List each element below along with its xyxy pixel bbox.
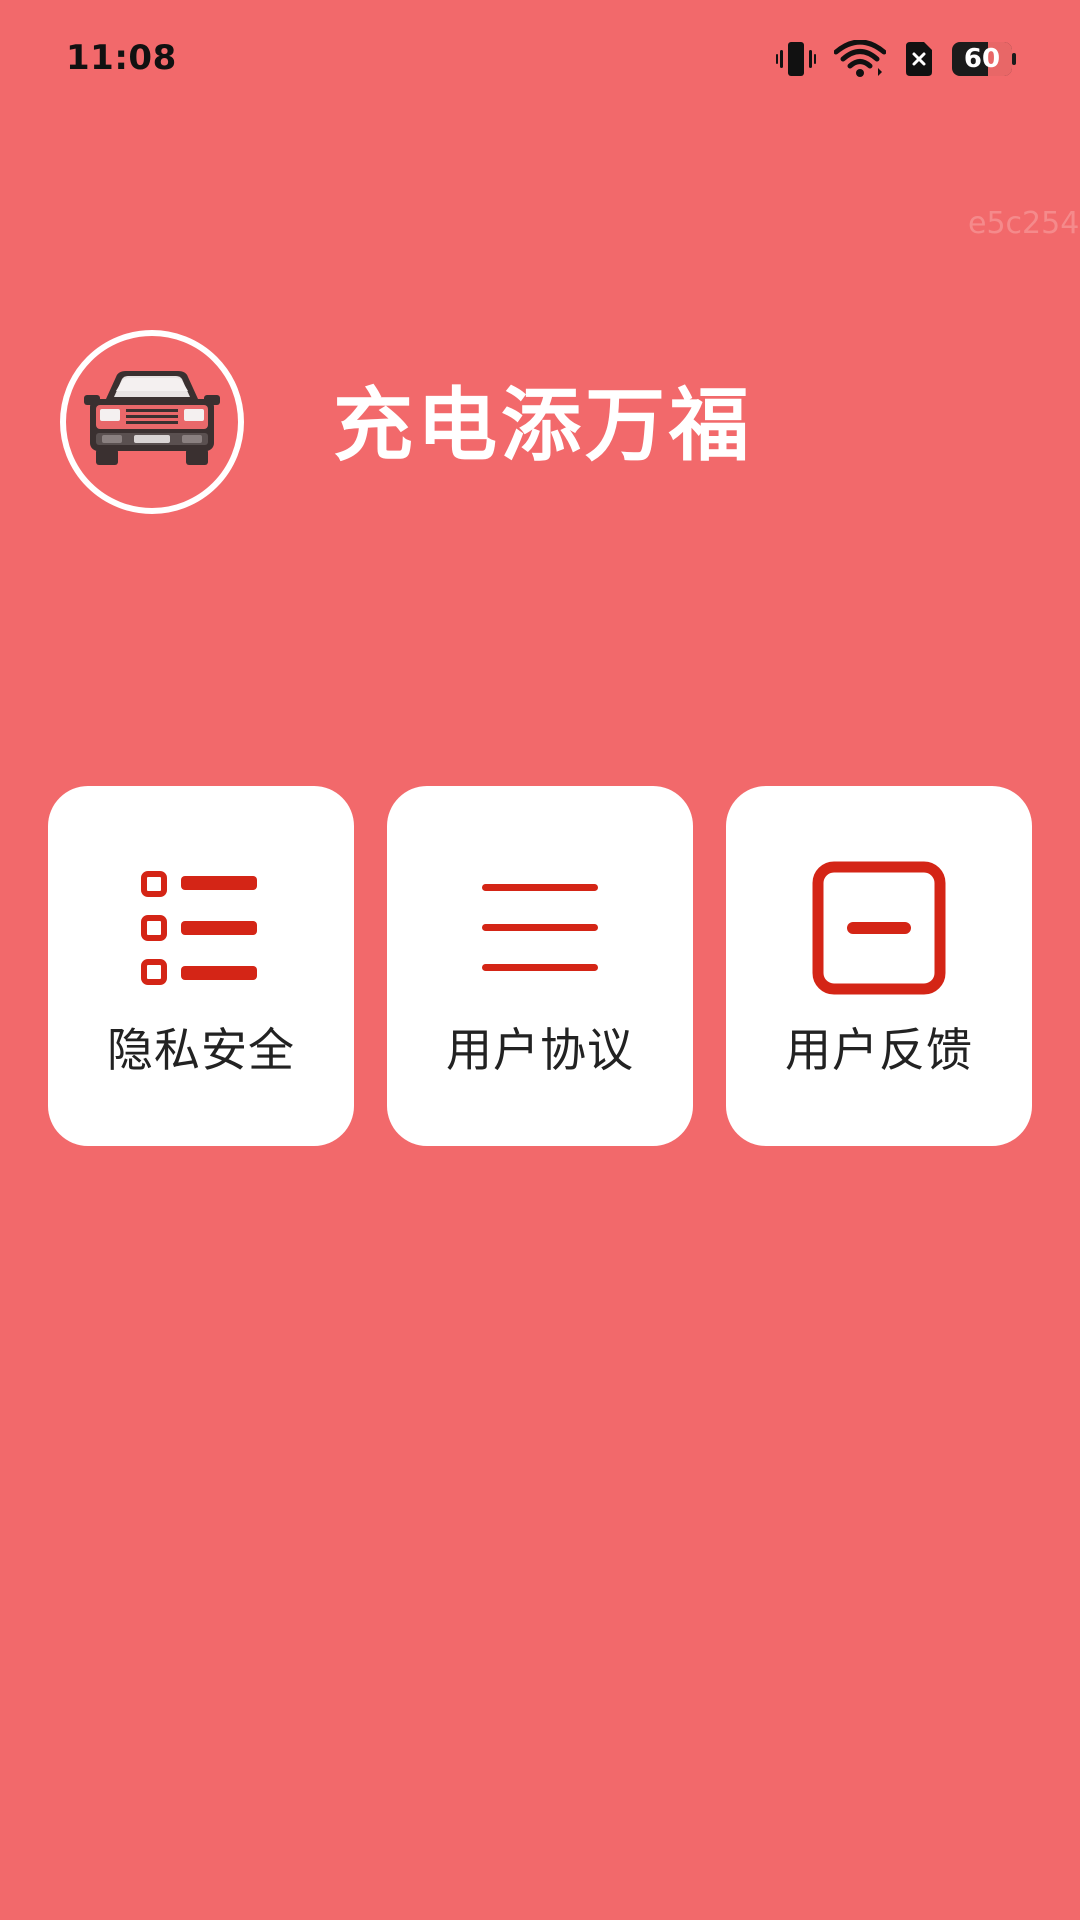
status-bar: 11:08 60 [0, 0, 1080, 120]
user-agreement-card[interactable]: 用户协议 [387, 786, 693, 1146]
privacy-security-card[interactable]: 隐私安全 [48, 786, 354, 1146]
car-icon [82, 365, 222, 479]
status-time: 11:08 [66, 38, 177, 78]
user-agreement-label: 用户协议 [446, 1023, 634, 1077]
battery-level: 60 [963, 44, 1001, 74]
watermark: e5c254 [968, 206, 1080, 241]
vibrate-icon [776, 40, 816, 78]
battery-icon: 60 [952, 42, 1016, 76]
menu-lines-icon [478, 866, 602, 994]
user-feedback-card[interactable]: 用户反馈 [726, 786, 1032, 1146]
wifi-icon [834, 40, 886, 78]
user-feedback-label: 用户反馈 [785, 1023, 973, 1077]
status-icons: 60 [776, 40, 1016, 78]
list-icon [139, 866, 263, 994]
menu-cards: 隐私安全 用户协议 用户反馈 [48, 786, 1032, 1146]
square-minus-icon [811, 860, 947, 1000]
app-title: 充电添万福 [333, 379, 753, 472]
app-header: 充电添万福 [60, 330, 1020, 530]
app-logo [60, 330, 244, 514]
privacy-security-label: 隐私安全 [107, 1023, 295, 1077]
no-sim-icon [904, 40, 934, 78]
